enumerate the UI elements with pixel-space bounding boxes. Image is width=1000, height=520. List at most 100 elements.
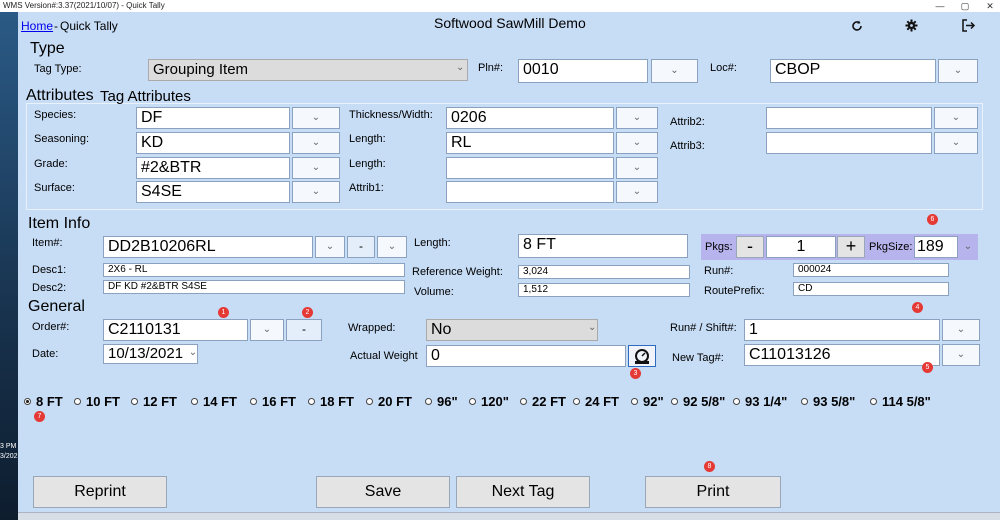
radio-icon[interactable] [131,398,138,405]
length-field[interactable]: RL [446,132,614,154]
length-option[interactable]: 92" [631,394,664,409]
length-option[interactable]: 120" [469,394,509,409]
order-field[interactable]: C2110131 [103,319,248,341]
order-dropdown[interactable]: ⌄ [250,319,284,341]
length-option[interactable]: 10 FT [74,394,120,409]
attrib3-dropdown[interactable]: ⌄ [934,132,978,154]
radio-icon[interactable] [469,398,476,405]
pkgs-increment-button[interactable]: + [837,236,865,258]
desc1-field[interactable]: 2X6 - RL [103,263,405,277]
length-option[interactable]: 96" [425,394,458,409]
run-shift-dropdown[interactable]: ⌄ [942,319,980,341]
wrapped-label: Wrapped: [348,322,396,334]
new-tag-field[interactable]: C11013126 [744,344,940,366]
run-field[interactable]: 000024 [793,263,949,277]
loc-field[interactable]: CBOP [770,59,936,83]
print-button[interactable]: Print [645,476,781,508]
length-option[interactable]: 22 FT [520,394,566,409]
length-option[interactable]: 92 5/8" [671,394,725,409]
length-option[interactable]: 93 1/4" [733,394,787,409]
radio-icon[interactable] [366,398,373,405]
attrib2-field[interactable] [766,107,932,129]
loc-dropdown[interactable]: ⌄ [938,59,978,83]
attrib1-dropdown[interactable]: ⌄ [616,181,658,203]
attrib2-dropdown[interactable]: ⌄ [934,107,978,129]
seasoning-dropdown[interactable]: ⌄ [292,132,340,154]
length2-dropdown[interactable]: ⌄ [616,157,658,179]
gear-icon[interactable] [905,19,918,32]
reprint-button[interactable]: Reprint [33,476,167,508]
tag-type-select[interactable]: Grouping Item [148,59,468,81]
attrib1-field[interactable] [446,181,614,203]
species-field[interactable]: DF [136,107,290,129]
length-option[interactable]: 24 FT [573,394,619,409]
scale-button[interactable] [628,345,656,367]
radio-icon[interactable] [870,398,877,405]
save-button[interactable]: Save [316,476,450,508]
home-link[interactable]: Home [21,19,53,33]
wrapped-select[interactable]: No [426,319,598,341]
radio-icon[interactable] [191,398,198,405]
length-dropdown[interactable]: ⌄ [616,132,658,154]
item-field[interactable]: DD2B10206RL [103,236,313,258]
radio-icon[interactable] [733,398,740,405]
maximize-icon[interactable]: ▢ [955,0,975,12]
date-picker-icon[interactable]: ⌄ [188,344,198,364]
species-dropdown[interactable]: ⌄ [292,107,340,129]
route-prefix-field[interactable]: CD [793,282,949,296]
attrib3-field[interactable] [766,132,932,154]
marker-5: 5 [922,362,933,373]
date-label: Date: [32,348,59,360]
refresh-icon[interactable] [850,19,864,33]
next-tag-button[interactable]: Next Tag [456,476,590,508]
pkgs-decrement-button[interactable]: - [736,236,764,258]
surface-field[interactable]: S4SE [136,181,290,203]
seasoning-field[interactable]: KD [136,132,290,154]
radio-icon[interactable] [520,398,527,405]
item-expand-button[interactable]: ⌄ [377,236,407,258]
thickness-field[interactable]: 0206 [446,107,614,129]
new-tag-dropdown[interactable]: ⌄ [942,344,980,366]
pln-label: Pln#: [478,62,504,74]
length-option[interactable]: 20 FT [366,394,412,409]
item-length-field[interactable]: 8 FT [518,234,688,258]
minimize-icon[interactable]: — [930,0,950,12]
item-lookup-button[interactable]: - [347,236,375,258]
date-field[interactable]: 10/13/2021 [103,344,198,364]
close-icon[interactable]: ✕ [980,0,1000,12]
length-option[interactable]: 114 5/8" [870,394,931,409]
desc2-label: Desc2: [32,282,67,294]
pkgsize-dropdown[interactable]: ⌄ [958,236,978,258]
length2-field[interactable] [446,157,614,179]
pln-dropdown[interactable]: ⌄ [651,59,698,83]
actual-weight-field[interactable]: 0 [426,345,626,367]
length-option[interactable]: 16 FT [250,394,296,409]
surface-dropdown[interactable]: ⌄ [292,181,340,203]
run-shift-field[interactable]: 1 [744,319,940,341]
radio-icon[interactable] [573,398,580,405]
length-option[interactable]: 12 FT [131,394,177,409]
thickness-dropdown[interactable]: ⌄ [616,107,658,129]
radio-icon[interactable] [250,398,257,405]
radio-icon[interactable] [425,398,432,405]
item-dropdown[interactable]: ⌄ [315,236,345,258]
pln-field[interactable]: 0010 [518,59,648,83]
grade-field[interactable]: #2&BTR [136,157,290,179]
pkgsize-field[interactable]: 189 [914,236,958,258]
length-option[interactable]: 14 FT [191,394,237,409]
order-lookup-button[interactable]: - [286,319,322,341]
radio-icon[interactable] [24,398,31,405]
radio-icon[interactable] [631,398,638,405]
radio-icon[interactable] [74,398,81,405]
pkgs-field[interactable]: 1 [766,236,836,258]
length-option[interactable]: 93 5/8" [801,394,855,409]
desc2-field[interactable]: DF KD #2&BTR S4SE [103,280,405,294]
grade-dropdown[interactable]: ⌄ [292,157,340,179]
radio-icon[interactable] [801,398,808,405]
length-option[interactable]: 8 FT [24,394,63,409]
radio-icon[interactable] [308,398,315,405]
length-option[interactable]: 18 FT [308,394,354,409]
radio-icon[interactable] [671,398,678,405]
logout-icon[interactable] [961,18,976,33]
marker-4: 4 [912,302,923,313]
